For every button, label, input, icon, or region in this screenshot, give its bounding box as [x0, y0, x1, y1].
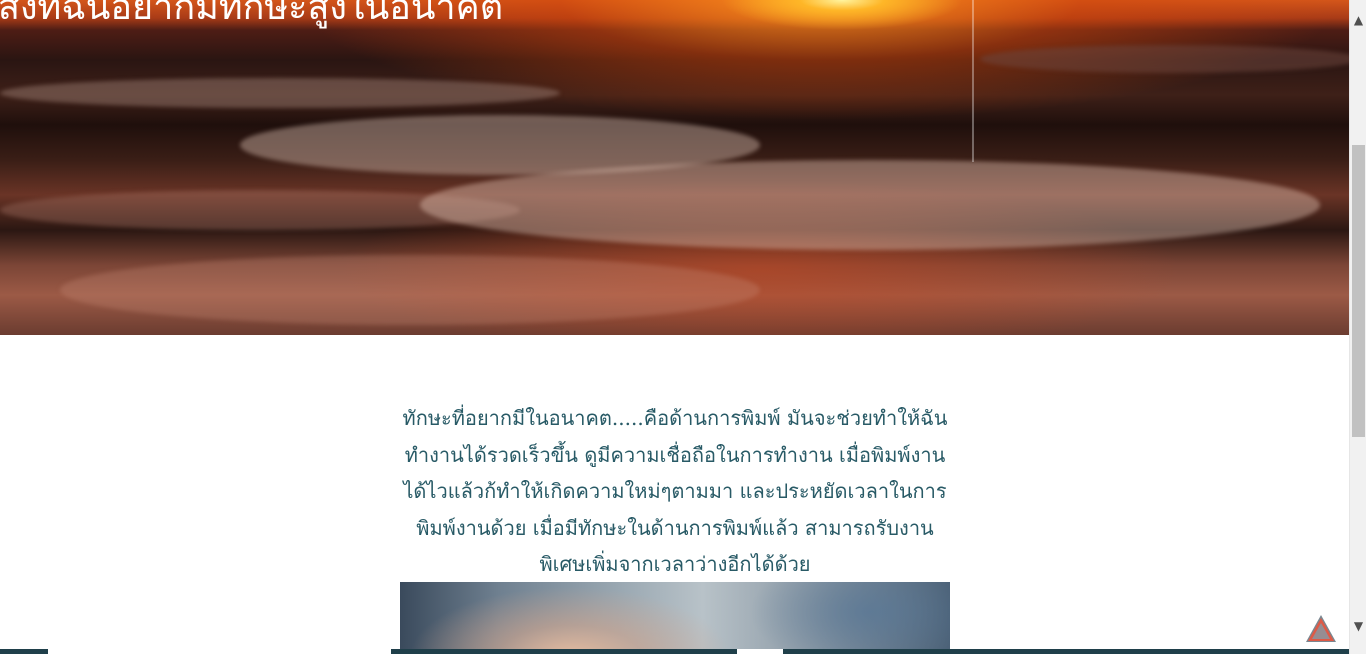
article-image: [400, 582, 950, 654]
article: ทักษะที่อยากมีในอนาคต.....คือด้านการพิมพ…: [400, 400, 950, 654]
vertical-scrollbar[interactable]: ▲ ▼: [1349, 0, 1366, 654]
scroll-up-icon[interactable]: ▲: [1350, 12, 1366, 29]
wave-decoration: [420, 160, 1320, 250]
wave-decoration: [60, 255, 760, 325]
footer-bar: [0, 649, 1349, 654]
footer-bar-segment: [48, 649, 391, 654]
scroll-down-icon[interactable]: ▼: [1350, 618, 1366, 635]
hero-banner: สิ่งที่ฉันอยากมีทักษะสูงในอนาคต: [0, 0, 1349, 335]
page-title: สิ่งที่ฉันอยากมีทักษะสูงในอนาคต: [0, 0, 504, 28]
scrollbar-thumb[interactable]: [1352, 145, 1365, 437]
wave-decoration: [0, 78, 560, 108]
page: สิ่งที่ฉันอยากมีทักษะสูงในอนาคต ทักษะที่…: [0, 0, 1366, 654]
triangle-up-icon: [1306, 615, 1336, 642]
wave-decoration: [980, 45, 1349, 73]
back-to-top-button[interactable]: [1305, 614, 1337, 644]
light-glint: [972, 0, 974, 162]
article-paragraph: ทักษะที่อยากมีในอนาคต.....คือด้านการพิมพ…: [402, 406, 948, 576]
footer-bar-segment: [737, 649, 783, 654]
